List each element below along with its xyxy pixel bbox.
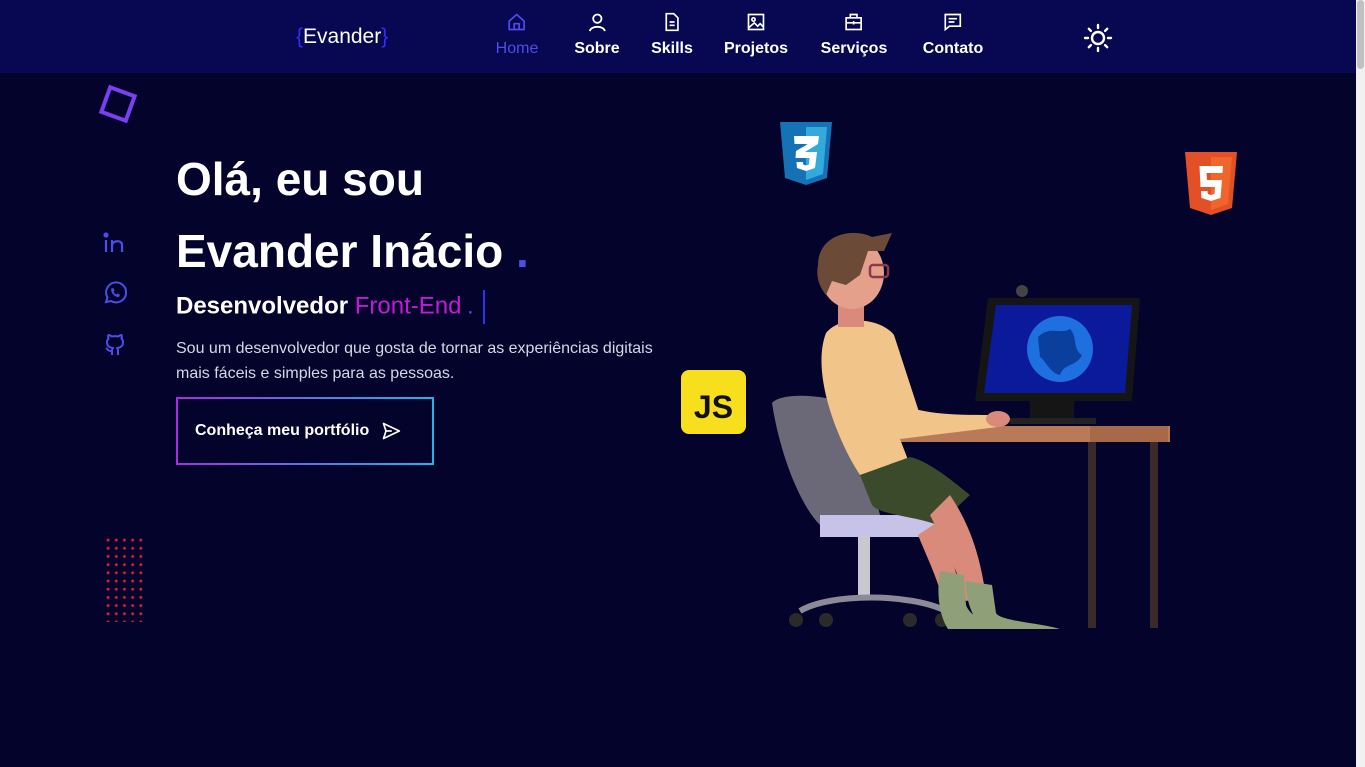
hero-description: Sou um desenvolvedor que gosta de tornar… <box>176 340 653 382</box>
message-icon <box>944 13 962 32</box>
nav-contato-label: Contato <box>922 40 984 57</box>
nav-sobre-label: Sobre <box>574 40 620 57</box>
nav-skills[interactable]: Skills <box>651 12 693 64</box>
sun-icon <box>1083 23 1113 53</box>
github-link[interactable] <box>102 332 128 358</box>
nav-home[interactable]: Home <box>495 12 539 64</box>
document-icon <box>665 12 679 32</box>
decorative-dots <box>104 536 144 622</box>
hero-role: Desenvolvedor Front-End . <box>176 290 485 325</box>
whatsapp-icon <box>104 281 128 304</box>
github-icon <box>105 334 124 355</box>
briefcase-icon <box>845 13 863 31</box>
logo-text: Evander <box>303 25 382 48</box>
portfolio-cta-button[interactable]: Conheça meu portfólio <box>176 397 434 465</box>
hero-greeting: Olá, eu sou <box>176 153 424 205</box>
send-icon <box>382 422 401 440</box>
nav-projetos-label: Projetos <box>723 40 789 57</box>
linkedin-icon <box>103 232 124 252</box>
typing-caret <box>482 290 485 324</box>
logo-brace-close: } <box>381 25 389 48</box>
html5-icon <box>1185 152 1237 215</box>
hero-name-dot: . <box>516 225 529 277</box>
hero-name-line: Evander Inácio . <box>176 222 529 280</box>
person-shirt <box>821 320 998 475</box>
page: {Evander} Home Sobre Skills Projetos Ser… <box>0 0 1365 767</box>
developer-illustration <box>772 232 1170 629</box>
user-icon <box>588 13 606 32</box>
nav-servicos[interactable]: Serviços <box>820 12 888 64</box>
role-accent: Front-End <box>354 292 462 320</box>
image-icon <box>747 13 765 31</box>
nav-sobre[interactable]: Sobre <box>574 12 620 64</box>
home-icon <box>508 13 526 31</box>
scrollbar-thumb[interactable] <box>1357 0 1364 69</box>
nav-home-label: Home <box>495 40 539 57</box>
css3-badge <box>778 122 834 186</box>
linkedin-link[interactable] <box>102 230 128 256</box>
html5-badge <box>1183 152 1239 216</box>
js-badge-label: JS <box>693 389 734 425</box>
site-header: {Evander} Home Sobre Skills Projetos Ser… <box>0 0 1356 73</box>
javascript-badge: JS <box>681 370 746 434</box>
page-scrollbar[interactable] <box>1356 0 1365 767</box>
logo-brace-open: { <box>296 25 304 48</box>
nav-servicos-label: Serviços <box>820 40 888 57</box>
decorative-square <box>98 84 138 124</box>
hero-name: Evander Inácio <box>176 225 504 277</box>
nav-projetos[interactable]: Projetos <box>724 12 788 64</box>
whatsapp-link[interactable] <box>102 280 128 306</box>
site-logo[interactable]: {Evander} <box>296 22 388 52</box>
role-dot: . <box>468 300 473 318</box>
css3-icon <box>780 122 832 185</box>
nav-skills-label: Skills <box>651 40 693 57</box>
cta-label: Conheça meu portfólio <box>195 422 370 439</box>
theme-toggle-button[interactable] <box>1083 23 1113 53</box>
role-prefix: Desenvolvedor <box>176 292 349 320</box>
nav-contato[interactable]: Contato <box>923 12 983 64</box>
